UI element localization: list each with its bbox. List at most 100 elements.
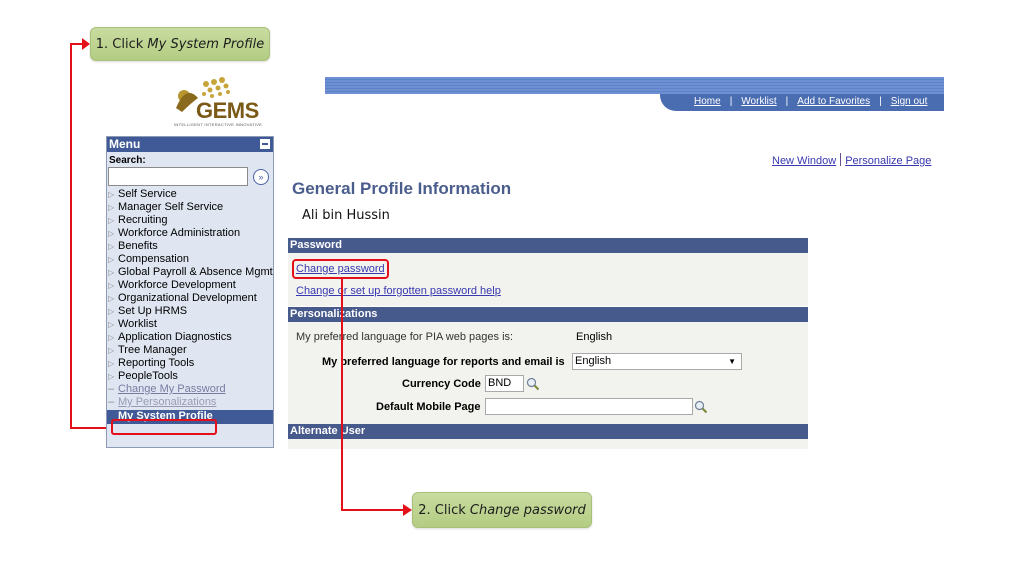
currency-code-input[interactable]: BND bbox=[485, 375, 524, 392]
menu-item-label: Worklist bbox=[118, 318, 157, 330]
menu-item-label: My Personalizations bbox=[118, 396, 217, 408]
menu-item-tree-manager[interactable]: ▷ Tree Manager bbox=[107, 344, 273, 357]
arrow2-head-icon bbox=[403, 504, 412, 516]
menu-header: Menu bbox=[107, 137, 273, 152]
report-language-label: My preferred language for reports and em… bbox=[322, 356, 565, 368]
expand-triangle-icon: ▷ bbox=[108, 229, 115, 238]
step1-prefix: 1. Click bbox=[95, 36, 148, 52]
nav-separator: | bbox=[729, 96, 733, 107]
menu-item-label: Set Up HRMS bbox=[118, 305, 188, 317]
menu-item-reporting-tools[interactable]: ▷ Reporting Tools bbox=[107, 357, 273, 370]
change-password-highlight bbox=[292, 259, 389, 279]
user-name: Ali bin Hussin bbox=[302, 208, 390, 223]
arrow2-vertical bbox=[341, 279, 343, 511]
menu-item-application-diagnostics[interactable]: ▷ Application Diagnostics bbox=[107, 331, 273, 344]
logo-text: GEMS bbox=[196, 98, 259, 123]
menu-item-set-up-hrms[interactable]: ▷ Set Up HRMS bbox=[107, 305, 273, 318]
step1-emphasis: My System Profile bbox=[147, 36, 265, 52]
page-title: General Profile Information bbox=[292, 179, 512, 198]
personalize-page-link[interactable]: Personalize Page bbox=[845, 155, 931, 167]
menu-item-workforce-development[interactable]: ▷ Workforce Development bbox=[107, 279, 273, 292]
expand-triangle-icon: ▷ bbox=[108, 190, 115, 199]
pia-language-value: English bbox=[576, 331, 613, 343]
collapse-menu-icon[interactable] bbox=[260, 139, 270, 149]
expand-triangle-icon: ▷ bbox=[108, 216, 115, 225]
menu-item-worklist[interactable]: ▷ Worklist bbox=[107, 318, 273, 331]
menu-item-label: Global Payroll & Absence Mgmt bbox=[118, 266, 273, 278]
expand-triangle-icon: ▷ bbox=[108, 294, 115, 303]
expand-triangle-icon: ▷ bbox=[108, 346, 115, 355]
dash-icon: – bbox=[108, 396, 115, 408]
menu-item-label: Organizational Development bbox=[118, 292, 257, 304]
menu-item-label: Recruiting bbox=[118, 214, 168, 226]
step2-callout: 2. Click Change password bbox=[412, 492, 592, 528]
default-mobile-page-label: Default Mobile Page bbox=[376, 401, 481, 413]
menu-item-global-payroll[interactable]: ▷ Global Payroll & Absence Mgmt bbox=[107, 266, 273, 279]
menu-item-label: Reporting Tools bbox=[118, 357, 195, 369]
menu-search-label: Search: bbox=[109, 155, 146, 166]
report-language-value: English bbox=[575, 355, 612, 367]
step2-emphasis: Change password bbox=[469, 502, 586, 518]
expand-triangle-icon: ▷ bbox=[108, 372, 115, 381]
report-language-select[interactable]: English ▼ bbox=[572, 353, 742, 370]
dropdown-arrow-icon: ▼ bbox=[728, 357, 736, 366]
menu-item-self-service[interactable]: ▷ Self Service bbox=[107, 188, 273, 201]
menu-item-peopletools[interactable]: ▷ PeopleTools bbox=[107, 370, 273, 383]
expand-triangle-icon: ▷ bbox=[108, 320, 115, 329]
nav-separator: | bbox=[879, 96, 882, 107]
menu-item-label: Manager Self Service bbox=[118, 201, 224, 213]
menu-item-workforce-administration[interactable]: ▷ Workforce Administration bbox=[107, 227, 273, 240]
logo-tagline: INTELLIGENT INTERACTIVE INNOVATIVE bbox=[174, 122, 263, 127]
nav-sign-out-link[interactable]: Sign out bbox=[891, 96, 928, 107]
step2-prefix: 2. Click bbox=[418, 502, 470, 518]
arrow1-head-icon bbox=[82, 38, 90, 50]
pia-language-label: My preferred language for PIA web pages … bbox=[296, 331, 514, 343]
menu-item-recruiting[interactable]: ▷ Recruiting bbox=[107, 214, 273, 227]
expand-triangle-icon: ▷ bbox=[108, 307, 115, 316]
nav-separator: | bbox=[785, 96, 789, 107]
currency-lookup-icon[interactable] bbox=[526, 377, 540, 391]
menu-item-label: Application Diagnostics bbox=[118, 331, 232, 343]
menu-item-change-my-password[interactable]: – Change My Password bbox=[107, 383, 273, 396]
new-window-link[interactable]: New Window bbox=[772, 155, 836, 167]
nav-add-favorites-link[interactable]: Add to Favorites bbox=[797, 96, 870, 107]
menu-item-label: Change My Password bbox=[118, 383, 226, 395]
search-go-icon[interactable]: » bbox=[253, 168, 269, 185]
expand-triangle-icon: ▷ bbox=[108, 242, 115, 251]
expand-triangle-icon: ▷ bbox=[108, 268, 115, 277]
menu-item-label: Self Service bbox=[118, 188, 177, 200]
menu-item-organizational-development[interactable]: ▷ Organizational Development bbox=[107, 292, 273, 305]
expand-triangle-icon: ▷ bbox=[108, 359, 115, 368]
menu-item-label: Benefits bbox=[118, 240, 158, 252]
top-banner-bar bbox=[325, 77, 944, 94]
nav-home-link[interactable]: Home bbox=[694, 96, 721, 107]
page-links: New Window Personalize Page bbox=[772, 153, 931, 167]
expand-triangle-icon: ▷ bbox=[108, 255, 115, 264]
forgotten-password-help-link[interactable]: Change or set up forgotten password help bbox=[296, 285, 501, 297]
link-divider bbox=[840, 153, 842, 166]
arrow1-vertical bbox=[70, 43, 72, 429]
menu-item-my-personalizations[interactable]: – My Personalizations bbox=[107, 396, 273, 409]
personalizations-section-header: Personalizations bbox=[288, 307, 808, 322]
expand-triangle-icon: ▷ bbox=[108, 203, 115, 212]
my-system-profile-highlight bbox=[111, 419, 217, 435]
default-mobile-page-input[interactable] bbox=[485, 398, 693, 415]
mobile-page-lookup-icon[interactable] bbox=[694, 400, 708, 414]
sidebar-menu: Menu Search: » ▷ Self Service ▷ Manager Se… bbox=[106, 136, 274, 448]
menu-item-benefits[interactable]: ▷ Benefits bbox=[107, 240, 273, 253]
top-nav: Home | Worklist | Add to Favorites | Sign out bbox=[660, 94, 944, 111]
nav-worklist-link[interactable]: Worklist bbox=[741, 96, 776, 107]
expand-triangle-icon: ▷ bbox=[108, 333, 115, 342]
menu-item-label: Compensation bbox=[118, 253, 189, 265]
password-section-header: Password bbox=[288, 238, 808, 253]
alternate-user-section-body bbox=[288, 439, 808, 449]
step1-callout: 1. Click My System Profile bbox=[90, 27, 270, 61]
menu-search-input[interactable] bbox=[108, 167, 248, 186]
alternate-user-section-header: Alternate User bbox=[288, 424, 808, 439]
dash-icon: – bbox=[108, 383, 115, 395]
menu-item-label: Tree Manager bbox=[118, 344, 187, 356]
menu-list: ▷ Self Service ▷ Manager Self Service ▷ Rec… bbox=[107, 188, 273, 424]
expand-triangle-icon: ▷ bbox=[108, 281, 115, 290]
menu-item-compensation[interactable]: ▷ Compensation bbox=[107, 253, 273, 266]
menu-item-manager-self-service[interactable]: ▷ Manager Self Service bbox=[107, 201, 273, 214]
